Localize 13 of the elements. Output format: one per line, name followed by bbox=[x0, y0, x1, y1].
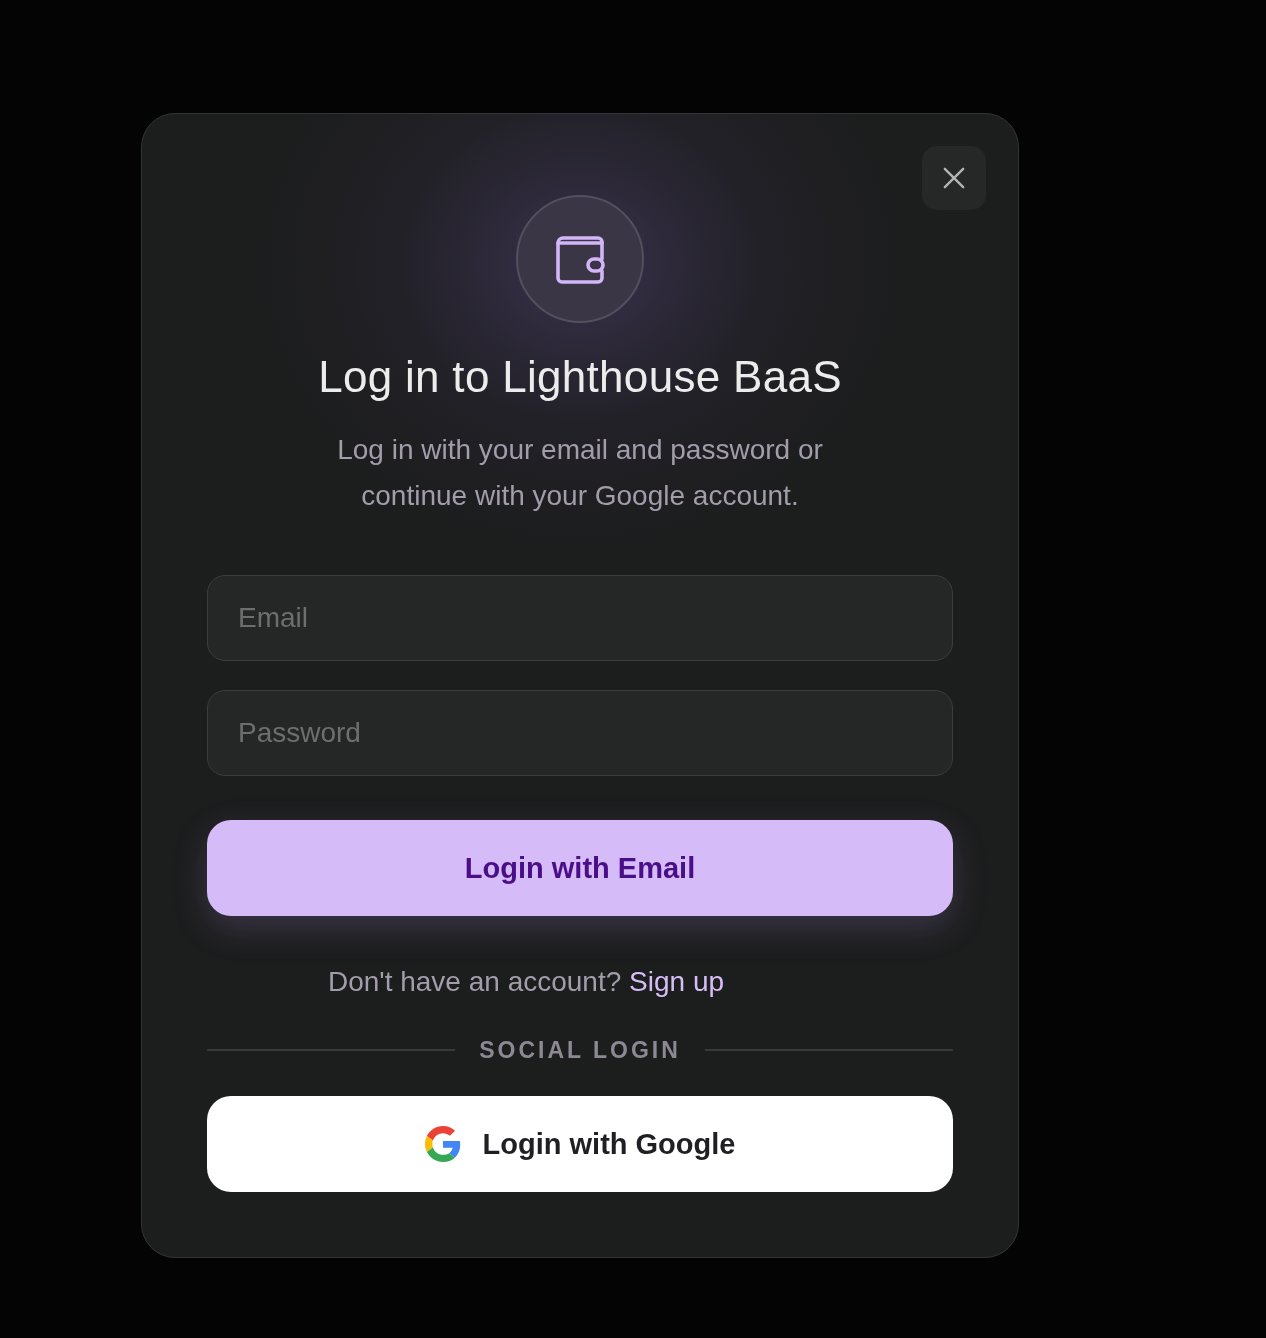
signup-link[interactable]: Sign up bbox=[629, 966, 725, 997]
input-field[interactable]: Email bbox=[207, 575, 953, 661]
dialog-title: Log in to Lighthouse BaaS bbox=[318, 351, 842, 403]
signup-prompt: Don't have an account? Sign up bbox=[327, 965, 725, 999]
wallet-icon bbox=[516, 195, 644, 323]
section-label: SOCIAL LOGIN bbox=[479, 1038, 681, 1062]
close-button[interactable] bbox=[922, 146, 986, 210]
login-google-button[interactable]: Login with Google bbox=[207, 1096, 953, 1192]
login-email-button[interactable]: Login with Email bbox=[207, 820, 953, 916]
google-icon bbox=[424, 1126, 461, 1162]
dialog-subtitle: Log in with your email and password or continue with your Google account. bbox=[336, 433, 824, 513]
input-field[interactable]: Password bbox=[207, 690, 953, 776]
close-icon bbox=[943, 167, 965, 189]
